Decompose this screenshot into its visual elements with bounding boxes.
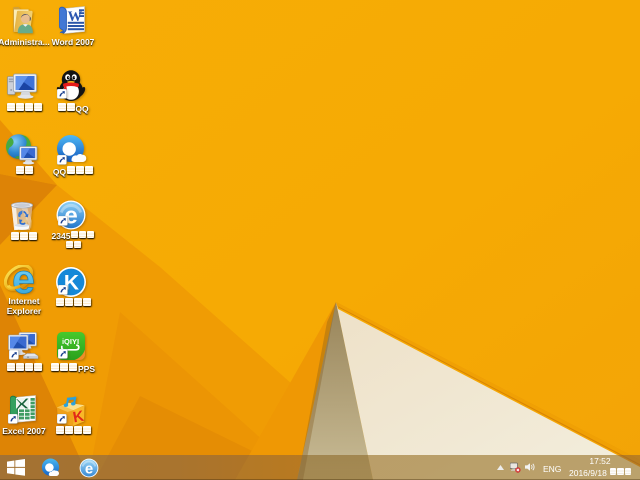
- svg-text:e: e: [12, 265, 35, 299]
- svg-text:e: e: [85, 460, 93, 477]
